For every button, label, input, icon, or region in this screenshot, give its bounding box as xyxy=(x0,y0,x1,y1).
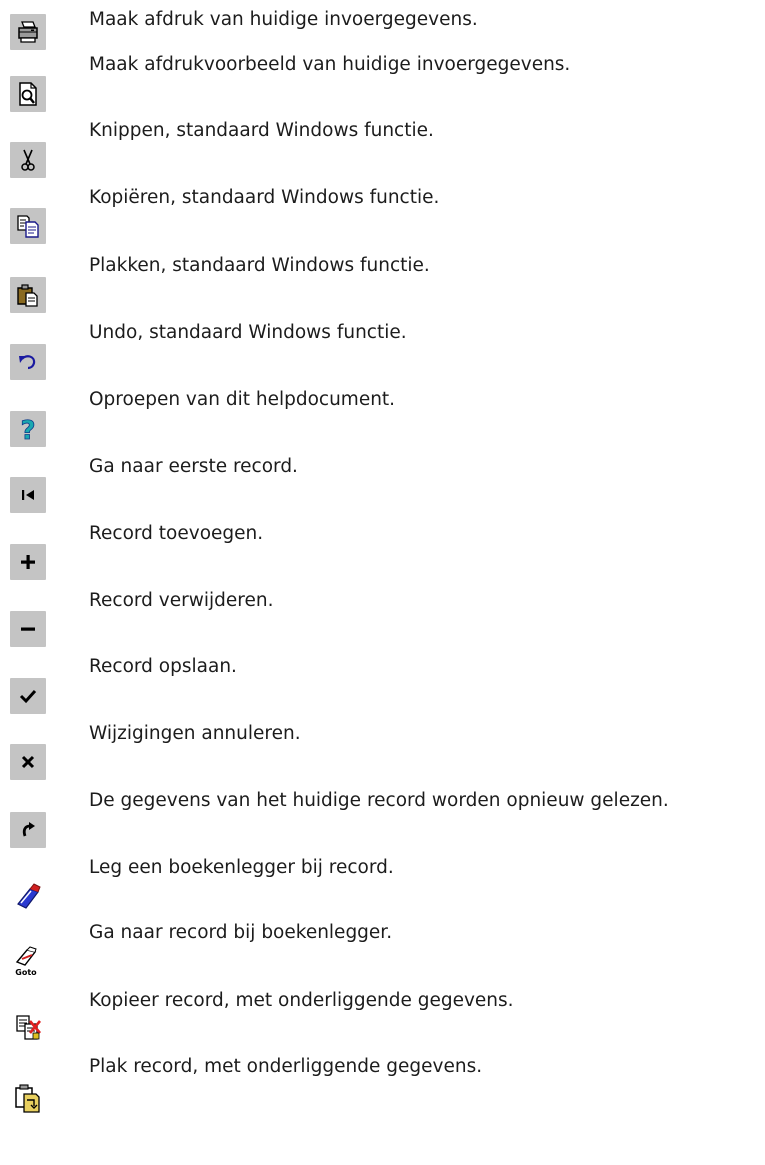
help-icon[interactable]: ? xyxy=(10,411,46,447)
refresh-record-icon[interactable] xyxy=(10,812,46,848)
item-description: Knippen, standaard Windows functie. xyxy=(89,120,434,141)
cancel-changes-icon[interactable] xyxy=(10,744,46,780)
svg-text:?: ? xyxy=(20,416,35,446)
cut-icon[interactable] xyxy=(10,142,46,178)
item-description: Oproepen van dit helpdocument. xyxy=(89,389,396,410)
list-item: Kopiëren, standaard Windows functie. xyxy=(0,186,765,246)
undo-icon[interactable] xyxy=(10,344,46,380)
item-description: Record toevoegen. xyxy=(89,523,264,544)
copy-icon[interactable] xyxy=(10,208,46,244)
item-description: Plakken, standaard Windows functie. xyxy=(89,255,430,276)
print-preview-icon[interactable] xyxy=(10,76,46,112)
delete-record-icon[interactable] xyxy=(10,611,46,647)
list-item: Plakken, standaard Windows functie. xyxy=(0,254,765,314)
print-icon[interactable] xyxy=(10,14,46,50)
paste-record-icon[interactable] xyxy=(10,1079,46,1115)
list-item: Undo, standaard Windows functie. xyxy=(0,321,765,381)
paste-icon[interactable] xyxy=(10,277,46,313)
list-item: Kopieer record, met onderliggende gegeve… xyxy=(0,989,765,1049)
list-item: De gegevens van het huidige record worde… xyxy=(0,789,765,849)
item-description: Leg een boekenlegger bij record. xyxy=(89,857,394,878)
list-item: ? Oproepen van dit helpdocument. xyxy=(0,388,765,448)
item-description: De gegevens van het huidige record worde… xyxy=(89,790,669,811)
list-item: Leg een boekenlegger bij record. xyxy=(0,856,765,916)
list-item: Maak afdrukvoorbeeld van huidige invoerg… xyxy=(0,53,765,113)
item-description: Maak afdruk van huidige invoergegevens. xyxy=(89,9,478,30)
item-description: Ga naar record bij boekenlegger. xyxy=(89,922,393,943)
item-description: Kopieer record, met onderliggende gegeve… xyxy=(89,990,514,1011)
item-description: Record verwijderen. xyxy=(89,590,274,611)
list-item: Record toevoegen. xyxy=(0,522,765,582)
item-description: Plak record, met onderliggende gegevens. xyxy=(89,1056,483,1077)
first-record-icon[interactable] xyxy=(10,477,46,513)
list-item: Wijzigingen annuleren. xyxy=(0,722,765,782)
item-description: Maak afdrukvoorbeeld van huidige invoerg… xyxy=(89,54,571,75)
item-description: Kopiëren, standaard Windows functie. xyxy=(89,187,440,208)
list-item: Goto Ga naar record bij boekenlegger. xyxy=(0,921,765,981)
list-item: Record verwijderen. xyxy=(0,589,765,649)
list-item: Plak record, met onderliggende gegevens. xyxy=(0,1055,765,1115)
item-description: Undo, standaard Windows functie. xyxy=(89,322,407,343)
item-description: Ga naar eerste record. xyxy=(89,456,298,477)
list-item: Record opslaan. xyxy=(0,655,765,715)
save-record-icon[interactable] xyxy=(10,678,46,714)
item-description: Record opslaan. xyxy=(89,656,237,677)
goto-bookmark-icon[interactable]: Goto xyxy=(10,942,46,978)
set-bookmark-icon[interactable] xyxy=(10,878,46,914)
item-description: Wijzigingen annuleren. xyxy=(89,723,301,744)
list-item: Ga naar eerste record. xyxy=(0,455,765,515)
copy-record-icon[interactable] xyxy=(10,1009,46,1045)
add-record-icon[interactable] xyxy=(10,544,46,580)
list-item: Knippen, standaard Windows functie. xyxy=(0,119,765,179)
svg-text:Goto: Goto xyxy=(15,968,37,977)
